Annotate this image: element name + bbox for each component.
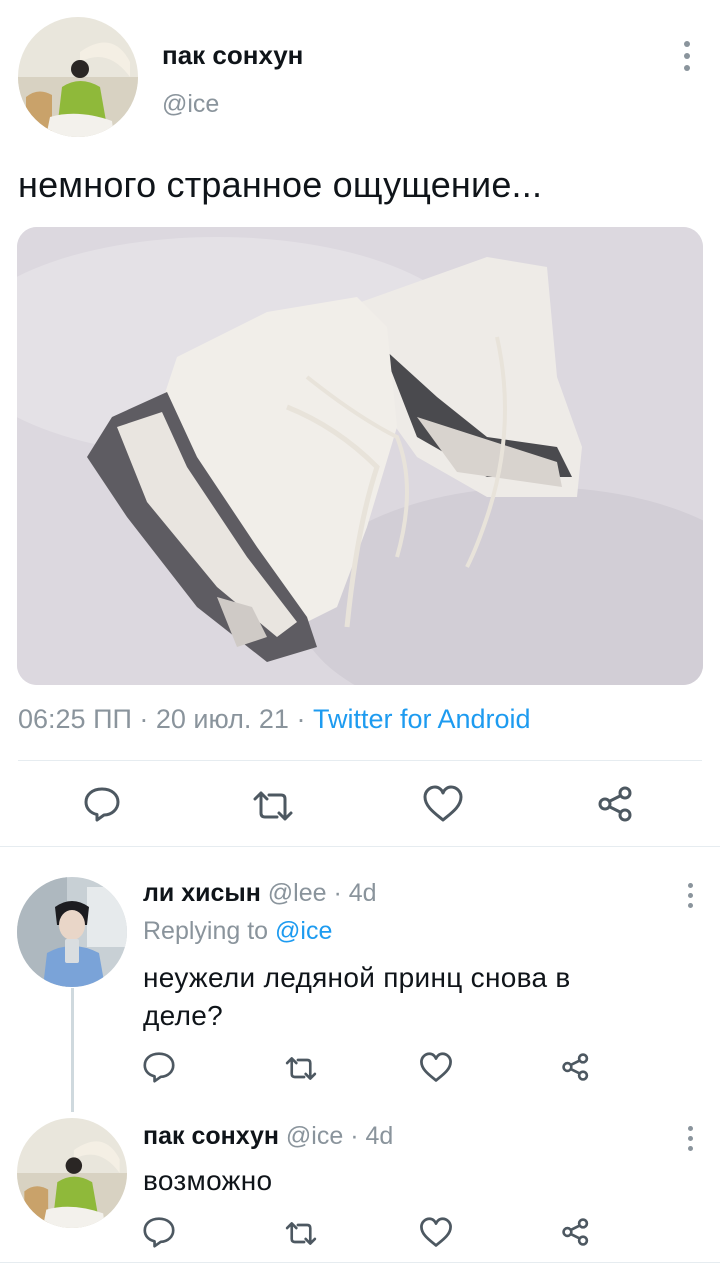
- ice-skates-photo-icon: [17, 227, 703, 685]
- meta-separator: ·: [131, 704, 156, 734]
- reply-author-handle[interactable]: @lee: [268, 879, 327, 907]
- section-divider: [0, 846, 720, 847]
- section-divider: [0, 1262, 720, 1263]
- reply-header: ли хисын @lee · 4d: [143, 879, 377, 908]
- reply-button[interactable]: [141, 1214, 177, 1250]
- meta-separator: ·: [326, 879, 349, 907]
- retweet-button[interactable]: [283, 1216, 319, 1250]
- retweet-icon: [253, 791, 293, 821]
- reply-author-handle[interactable]: @ice: [286, 1122, 343, 1150]
- replying-to: Replying to @ice: [143, 917, 332, 946]
- reply-age: 4d: [365, 1122, 394, 1150]
- divider: [18, 760, 702, 761]
- like-icon: [423, 785, 463, 822]
- thread-line: [71, 988, 74, 1112]
- share-button[interactable]: [560, 1215, 592, 1249]
- share-icon: [562, 1053, 589, 1081]
- retweet-icon: [285, 1056, 317, 1080]
- more-options-icon[interactable]: [684, 1126, 696, 1151]
- reply-author-name[interactable]: пак сонхун: [143, 1122, 279, 1150]
- reply-icon: [143, 1217, 175, 1248]
- reply-button[interactable]: [82, 784, 122, 824]
- reply-avatar[interactable]: [17, 877, 127, 987]
- more-options-icon[interactable]: [681, 41, 693, 71]
- like-button[interactable]: [418, 1215, 454, 1249]
- share-icon: [562, 1218, 589, 1246]
- avatar-photo-icon: [18, 17, 138, 137]
- reply-text: неужели ледяной принц снова в деле?: [143, 962, 571, 1031]
- like-icon: [420, 1051, 452, 1082]
- tweet-time: 06:25 ПП: [18, 704, 132, 734]
- like-button[interactable]: [421, 784, 465, 824]
- reply-author-name[interactable]: ли хисын: [143, 879, 261, 907]
- tweet-meta: 06:25 ПП · 20 июл. 21 · Twitter for Andr…: [18, 704, 531, 735]
- tweet-date: 20 июл. 21: [155, 704, 289, 734]
- meta-separator: ·: [288, 704, 313, 734]
- share-button[interactable]: [596, 784, 636, 824]
- reply-icon: [84, 787, 120, 822]
- reply-age: 4d: [348, 879, 377, 907]
- like-button[interactable]: [418, 1050, 454, 1084]
- share-button[interactable]: [560, 1050, 592, 1084]
- author-avatar[interactable]: [18, 17, 138, 137]
- author-name[interactable]: пак сонхун: [162, 40, 303, 71]
- retweet-icon: [285, 1221, 317, 1245]
- meta-separator: ·: [343, 1122, 366, 1150]
- reply-button[interactable]: [141, 1049, 177, 1085]
- tweet-source-link[interactable]: Twitter for Android: [313, 704, 531, 734]
- more-options-icon[interactable]: [684, 883, 696, 908]
- avatar-photo-icon: [17, 877, 127, 987]
- like-icon: [420, 1216, 452, 1247]
- reply-header: пак сонхун @ice · 4d: [143, 1122, 393, 1151]
- replying-prefix: Replying to: [143, 917, 276, 945]
- reply-avatar[interactable]: [17, 1118, 127, 1228]
- tweet-text: немного странное ощущение...: [18, 164, 543, 205]
- reply-text: возможно: [143, 1165, 273, 1196]
- share-icon: [598, 786, 632, 822]
- author-handle[interactable]: @ice: [162, 90, 219, 119]
- reply-icon: [143, 1052, 175, 1083]
- retweet-button[interactable]: [283, 1051, 319, 1085]
- retweet-button[interactable]: [250, 786, 296, 826]
- tweet-media[interactable]: [17, 227, 703, 685]
- avatar-photo-icon: [17, 1118, 127, 1228]
- replying-to-link[interactable]: @ice: [275, 917, 332, 945]
